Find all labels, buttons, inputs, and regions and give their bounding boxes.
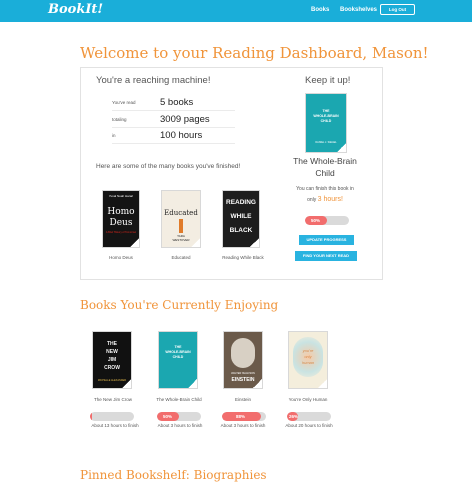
page-curl bbox=[250, 238, 259, 247]
progress-fill bbox=[90, 412, 93, 421]
navbar: BookIt! Books Bookshelves Log Out bbox=[0, 0, 472, 22]
finish-only-text: only bbox=[307, 197, 317, 203]
pinned-bookshelf-heading: Pinned Bookshelf: Biographies bbox=[80, 468, 267, 482]
book-title: Einstein bbox=[234, 397, 251, 402]
cover-title-line: CROW bbox=[104, 365, 120, 371]
cover-title-line: only bbox=[304, 354, 312, 359]
stat-value: 5 books bbox=[160, 97, 194, 108]
cover-title-line: CHILD bbox=[320, 119, 332, 123]
finished-books-caption: Here are some of the many books you've f… bbox=[96, 163, 241, 170]
hours-to-finish: About 20 hours to finish bbox=[285, 423, 333, 428]
progress-label: 50% bbox=[163, 414, 173, 419]
cover-title-line: Educated bbox=[164, 209, 198, 217]
logout-button[interactable]: Log Out bbox=[380, 4, 415, 15]
book-title: You're Only Human bbox=[288, 397, 328, 402]
stat-label: in bbox=[112, 133, 116, 138]
cover-title-line: WHOLE-BRAIN bbox=[165, 350, 191, 354]
cover-title-line: THE bbox=[107, 341, 117, 347]
progress-label: 26% bbox=[289, 414, 299, 419]
book-title: The New Jim Crow bbox=[93, 397, 132, 402]
stat-row-hours: in 100 hours bbox=[112, 130, 235, 144]
progress-label: 88% bbox=[236, 414, 246, 419]
page-curl bbox=[318, 379, 327, 388]
current-book-title: The Whole-Brain Child bbox=[293, 156, 357, 178]
stat-label: You've read bbox=[112, 100, 136, 105]
cover-title-line: CHILD bbox=[172, 355, 184, 359]
nav-link-books[interactable]: Books bbox=[311, 7, 329, 13]
book-title: Reading While Black bbox=[222, 255, 264, 260]
cover-title-line: you're bbox=[302, 348, 314, 353]
finish-estimate-text: You can finish this book in bbox=[296, 186, 354, 192]
hours-to-finish: About 3 hours to finish bbox=[220, 423, 266, 428]
stat-value: 100 hours bbox=[160, 130, 203, 141]
page-curl bbox=[337, 143, 346, 152]
page-curl bbox=[191, 238, 200, 247]
pencil-graphic bbox=[179, 219, 183, 233]
book-cover[interactable]: THE WHOLE-BRAIN CHILD bbox=[158, 331, 198, 389]
cover-subtitle: A Brief History of Tomorrow bbox=[105, 231, 137, 234]
page-curl bbox=[130, 238, 139, 247]
book-title: The Whole-Brain Child bbox=[156, 397, 202, 402]
progress-label: 50% bbox=[311, 218, 321, 223]
book-title: Homo Deus bbox=[109, 255, 133, 260]
stat-label: totaling bbox=[112, 117, 127, 122]
stat-row-pages: totaling 3009 pages bbox=[112, 114, 235, 128]
page-curl bbox=[253, 379, 262, 388]
cover-title-line: Deus bbox=[109, 218, 133, 228]
keep-it-up-heading: Keep it up! bbox=[305, 75, 351, 86]
hours-to-finish: About 3 hours to finish bbox=[157, 423, 203, 428]
brand-logo[interactable]: BookIt! bbox=[48, 2, 103, 17]
cover-title-line: NEW bbox=[106, 349, 118, 355]
stat-row-books: You've read 5 books bbox=[112, 97, 235, 111]
book-cover[interactable]: THE WHOLE-BRAIN CHILD DANIEL J. SIEGEL bbox=[305, 93, 347, 153]
book-progress-bar: 88% bbox=[222, 412, 266, 421]
enjoying-heading: Books You're Currently Enjoying bbox=[80, 298, 279, 312]
nav-link-bookshelves[interactable]: Bookshelves bbox=[340, 7, 377, 13]
book-cover[interactable]: READING WHILE BLACK bbox=[222, 190, 260, 248]
book-cover[interactable]: WALTER ISAACSON EINSTEIN bbox=[223, 331, 263, 389]
cover-title-line: WHILE bbox=[230, 213, 252, 220]
page-curl bbox=[122, 379, 131, 388]
book-cover[interactable]: you're only human bbox=[288, 331, 328, 389]
book-progress-bar: 50% bbox=[157, 412, 201, 421]
cover-title-line: THE bbox=[322, 109, 330, 113]
page-curl bbox=[188, 379, 197, 388]
book-cover[interactable]: Educated TARA WESTOVER bbox=[161, 190, 201, 248]
book-title: Educated bbox=[171, 255, 191, 260]
update-progress-button[interactable]: UPDATE PROGRESS bbox=[299, 235, 354, 245]
book-progress-bar: 26% bbox=[287, 412, 331, 421]
book-cover[interactable]: Yuval Noah Harari Homo Deus A Brief Hist… bbox=[102, 190, 140, 248]
hours-to-finish: About 13 hours to finish bbox=[91, 423, 139, 428]
cover-title-line: WHOLE-BRAIN bbox=[313, 114, 339, 118]
cover-title-line: human bbox=[301, 360, 315, 365]
cover-author: WALTER ISAACSON bbox=[231, 372, 255, 375]
cover-title-line: THE bbox=[174, 345, 182, 349]
portrait-graphic bbox=[231, 338, 255, 368]
cover-title-line: READING bbox=[226, 199, 256, 206]
finish-estimate-line2: only 3 hours! bbox=[290, 196, 360, 203]
stat-value: 3009 pages bbox=[160, 114, 210, 125]
current-progress-bar: 50% bbox=[305, 216, 349, 225]
cover-title-line: BLACK bbox=[229, 227, 253, 234]
cover-title-line: Homo bbox=[107, 207, 135, 217]
page-title: Welcome to your Reading Dashboard, Mason… bbox=[80, 44, 429, 62]
book-cover[interactable]: THE NEW JIM CROW MICHELLE ALEXANDER bbox=[92, 331, 132, 389]
cover-author: Yuval Noah Harari bbox=[108, 194, 134, 198]
book-progress-bar bbox=[90, 412, 134, 421]
stats-heading: You're a reaching machine! bbox=[96, 75, 211, 86]
finish-hours: 3 hours! bbox=[317, 196, 343, 203]
find-next-read-button[interactable]: FIND YOUR NEXT READ bbox=[295, 251, 357, 261]
cover-title-line: JIM bbox=[107, 357, 117, 363]
